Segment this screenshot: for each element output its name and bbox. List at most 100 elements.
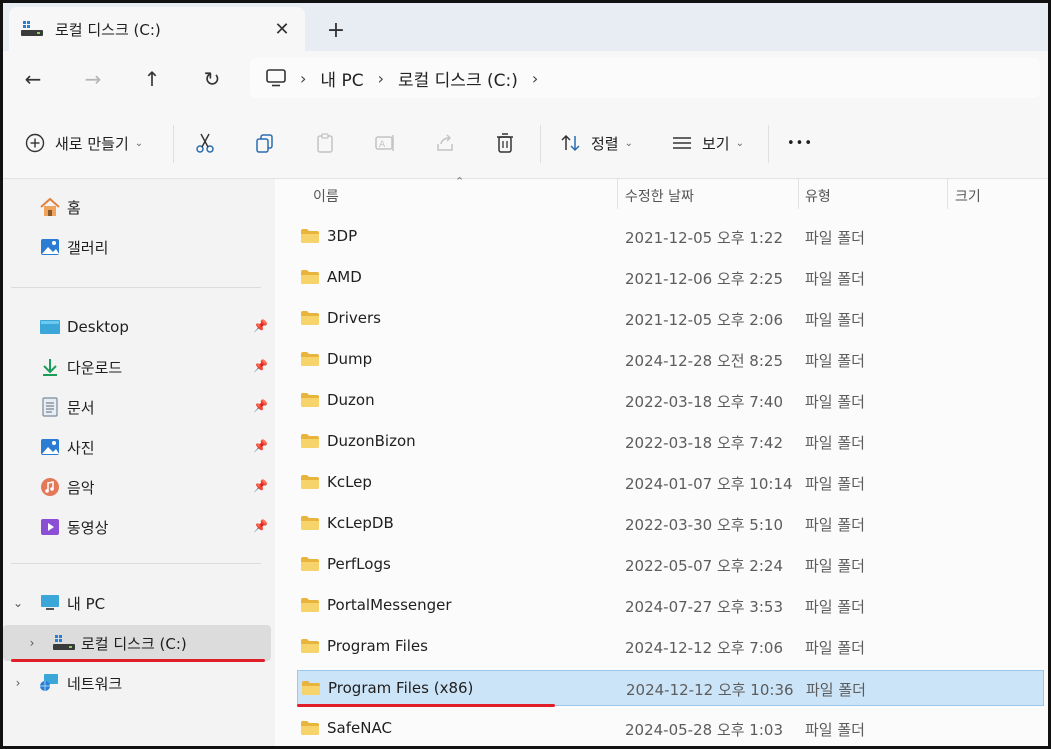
file-type: 파일 폴더 [806,681,866,699]
file-type: 파일 폴더 [805,352,865,370]
sidebar-item-documents[interactable]: 문서 📌 [3,389,271,425]
file-modified-date: 2021-12-05 오후 2:06 [625,311,783,329]
tab-close-button[interactable]: ✕ [267,14,297,44]
highlight-underline [11,659,265,662]
sidebar-item-label: 내 PC [67,594,106,613]
toolbar-divider [768,125,769,163]
file-row[interactable]: Program Files 2024-12-12 오후 7:06 파일 폴더 [297,629,1044,665]
sort-button[interactable]: 정렬 ⌄ [559,125,633,161]
sidebar-item-gallery[interactable]: 갤러리 [3,229,271,265]
pin-icon[interactable]: 📌 [253,519,268,533]
breadcrumb-separator[interactable]: › [532,69,538,88]
chevron-down-icon[interactable]: ⌄ [11,596,25,610]
folder-icon [301,475,319,489]
new-button[interactable]: 새로 만들기 ⌄ [23,125,143,161]
file-row[interactable]: Drivers 2021-12-05 오후 2:06 파일 폴더 [297,301,1044,337]
column-divider[interactable] [798,179,799,209]
delete-button[interactable] [493,125,517,161]
chevron-right-icon[interactable]: › [25,636,39,650]
computer-icon [39,592,61,614]
column-type[interactable]: 유형 [805,186,831,206]
file-name: SafeNAC [327,719,392,737]
column-name[interactable]: 이름 [313,186,339,206]
pin-icon[interactable]: 📌 [253,439,268,453]
pin-icon[interactable]: 📌 [253,359,268,373]
explorer-window: 로컬 디스크 (C:) ✕ + ← → ↑ ↻ › 내 PC › 로컬 디스크 … [3,3,1048,746]
sidebar-item-videos[interactable]: 동영상 📌 [3,509,271,545]
file-type: 파일 폴더 [805,393,865,411]
sidebar-item-label: 로컬 디스크 (C:) [81,634,187,653]
clipboard-icon [313,131,337,155]
file-name: AMD [327,268,362,286]
file-row[interactable]: PortalMessenger 2024-07-27 오후 3:53 파일 폴더 [297,588,1044,624]
file-row[interactable]: PerfLogs 2022-05-07 오후 2:24 파일 폴더 [297,547,1044,583]
rename-button[interactable]: A [373,125,397,161]
pin-icon[interactable]: 📌 [253,399,268,413]
network-icon [39,672,61,694]
refresh-button[interactable]: ↻ [196,63,228,95]
view-button[interactable]: 보기 ⌄ [670,125,744,161]
navigation-bar: ← → ↑ ↻ › 내 PC › 로컬 디스크 (C:) › [3,51,1048,107]
toolbar-divider [173,125,174,163]
folder-icon [301,598,319,612]
forward-button[interactable]: → [77,63,109,95]
paste-button[interactable] [313,125,337,161]
toolbar-divider [540,125,541,163]
cut-button[interactable] [193,125,217,161]
sidebar-item-local-disk[interactable]: › 로컬 디스크 (C:) [3,625,271,661]
file-row[interactable]: 3DP 2021-12-05 오후 1:22 파일 폴더 [297,219,1044,255]
desktop-icon [39,316,61,338]
drive-icon [53,632,75,654]
pin-icon[interactable]: 📌 [253,479,268,493]
more-options-button[interactable]: ••• [787,125,813,161]
sidebar-item-desktop[interactable]: Desktop 📌 [3,309,271,345]
file-type: 파일 폴더 [805,516,865,534]
breadcrumb-local-disk[interactable]: 로컬 디스크 (C:) [398,66,518,91]
tab-local-disk[interactable]: 로컬 디스크 (C:) ✕ [9,7,305,51]
file-name: DuzonBizon [327,432,416,450]
file-row[interactable]: DuzonBizon 2022-03-18 오후 7:42 파일 폴더 [297,424,1044,460]
new-tab-button[interactable]: + [321,15,351,45]
pin-icon[interactable]: 📌 [253,319,268,333]
chevron-right-icon[interactable]: › [11,676,25,690]
folder-icon [301,721,319,735]
file-modified-date: 2024-12-12 오후 10:36 [626,681,794,699]
share-icon [433,131,457,155]
file-row[interactable]: SafeNAC 2024-05-28 오후 1:03 파일 폴더 [297,711,1044,746]
sidebar-item-pictures[interactable]: 사진 📌 [3,429,271,465]
file-row[interactable]: Program Files (x86) 2024-12-12 오후 10:36 파일… [297,670,1044,706]
folder-icon [301,352,319,366]
sidebar-item-label: 다운로드 [67,358,123,377]
column-size[interactable]: 크기 [955,186,981,206]
address-bar[interactable]: › 내 PC › 로컬 디스크 (C:) › [250,58,1040,98]
column-header: 이름 ⌃ 수정한 날짜 유형 크기 [275,175,1048,213]
sort-icon [559,131,583,155]
share-button[interactable] [433,125,457,161]
file-row[interactable]: Dump 2024-12-28 오전 8:25 파일 폴더 [297,342,1044,378]
sidebar-item-music[interactable]: 음악 📌 [3,469,271,505]
column-date[interactable]: 수정한 날짜 [625,186,694,206]
file-name: KcLepDB [327,514,394,532]
column-divider[interactable] [947,179,948,209]
sidebar-item-label: 사진 [67,438,95,457]
view-button-label: 보기 [702,134,730,153]
sidebar-item-home[interactable]: 홈 [3,189,271,225]
sidebar-item-downloads[interactable]: 다운로드 📌 [3,349,271,385]
breadcrumb-mypc[interactable]: 내 PC [320,66,363,91]
folder-icon [301,516,319,530]
file-row[interactable]: AMD 2021-12-06 오후 2:25 파일 폴더 [297,260,1044,296]
view-list-icon [670,131,694,155]
file-row[interactable]: KcLepDB 2022-03-30 오후 5:10 파일 폴더 [297,506,1044,542]
file-type: 파일 폴더 [805,721,865,739]
file-row[interactable]: KcLep 2024-01-07 오후 10:14 파일 폴더 [297,465,1044,501]
file-row[interactable]: Duzon 2022-03-18 오후 7:40 파일 폴더 [297,383,1044,419]
up-button[interactable]: ↑ [136,63,168,95]
column-divider[interactable] [617,179,618,209]
sidebar-item-network[interactable]: › 네트워크 [3,665,271,701]
file-modified-date: 2021-12-05 오후 1:22 [625,229,783,247]
copy-button[interactable] [253,125,277,161]
sidebar-item-mypc[interactable]: ⌄ 내 PC [3,585,271,621]
plus-circle-icon [23,131,47,155]
back-button[interactable]: ← [17,63,49,95]
tab-title: 로컬 디스크 (C:) [55,20,161,39]
